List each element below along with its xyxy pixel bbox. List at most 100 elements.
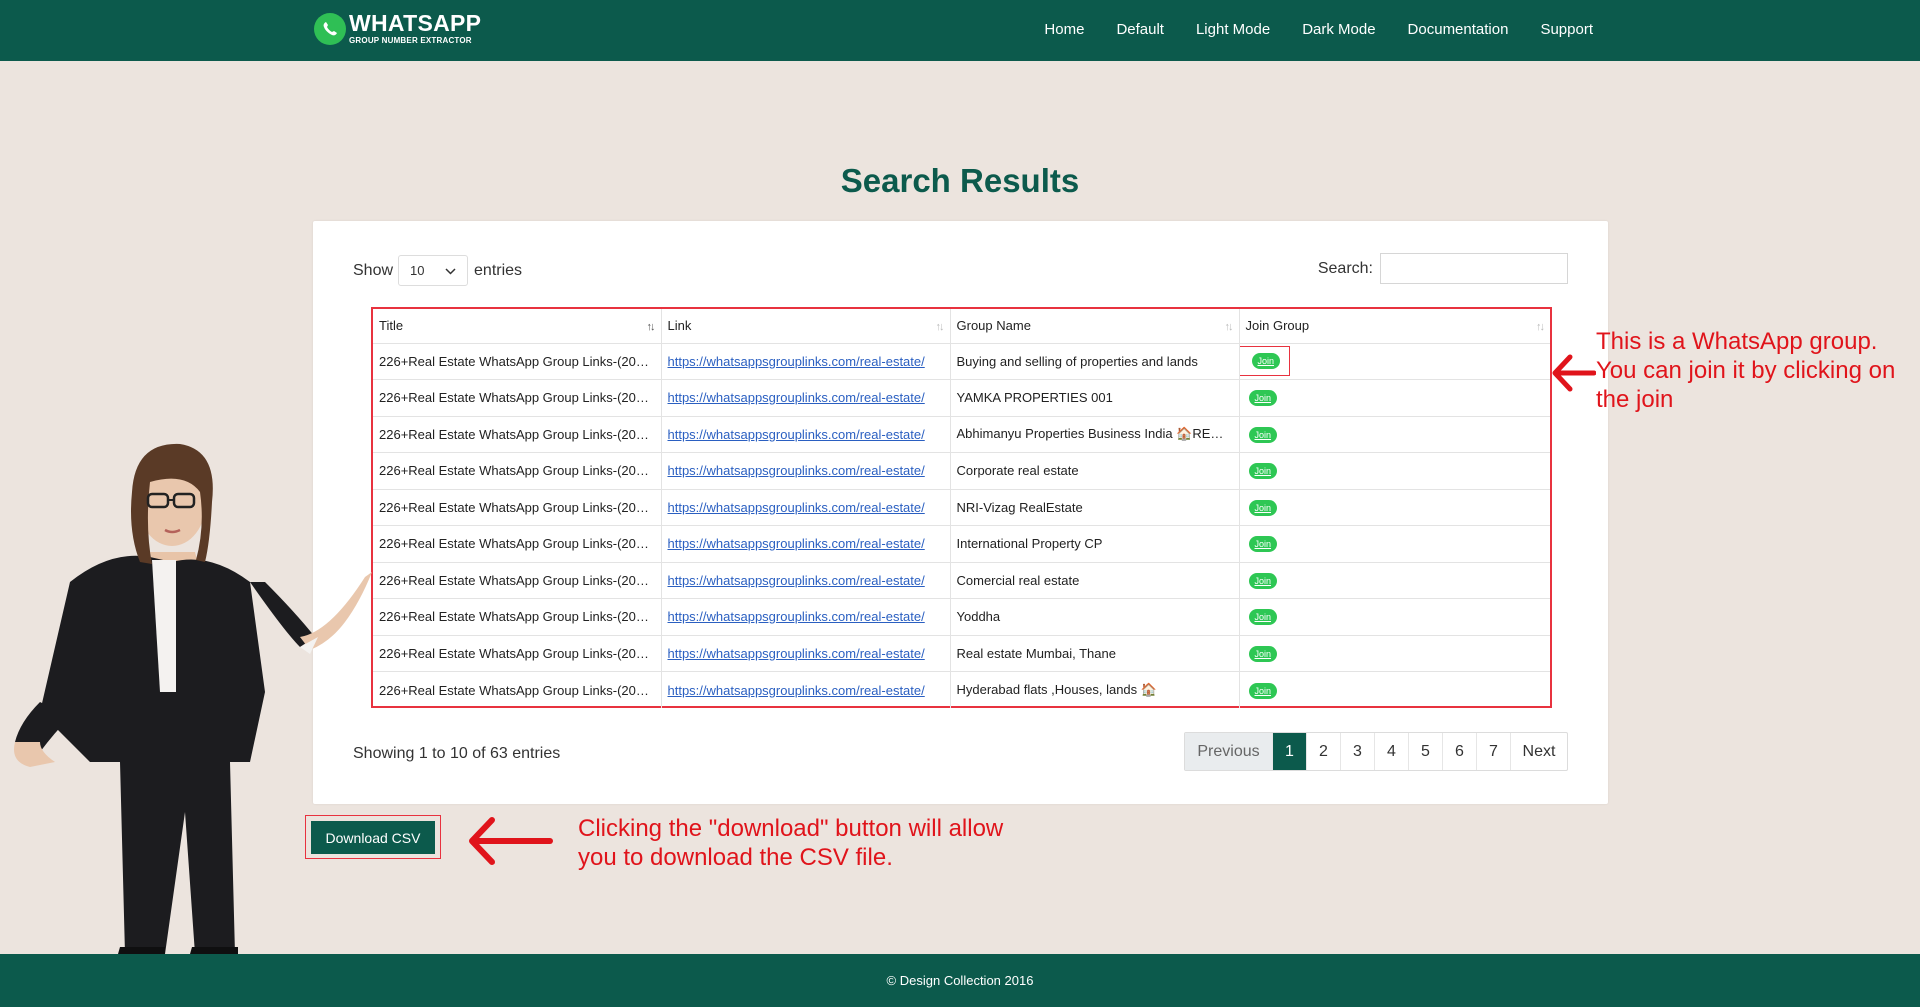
join-button[interactable]: Join: [1248, 682, 1278, 699]
row-title: 226+Real Estate WhatsApp Group Links-(20…: [373, 525, 662, 563]
search-label: Search:: [1317, 259, 1373, 277]
column-header-join-group[interactable]: Join Group ↑↓: [1239, 309, 1550, 344]
table-row: 226+Real Estate WhatsApp Group Links-(20…: [373, 343, 1550, 380]
chevron-down-icon: [445, 263, 456, 278]
row-group-name: Yoddha: [950, 598, 1240, 636]
entries-label: entries: [474, 261, 523, 279]
pagination-page-4[interactable]: 4: [1375, 733, 1409, 770]
row-group-name: YAMKA PROPERTIES 001: [950, 379, 1240, 417]
nav-light-mode[interactable]: Light Mode: [1196, 21, 1270, 38]
nav-support[interactable]: Support: [1540, 21, 1593, 38]
row-link[interactable]: https://whatsappsgrouplinks.com/real-est…: [668, 500, 925, 515]
entries-select[interactable]: 10: [398, 255, 469, 286]
column-header-link[interactable]: Link ↑↓: [661, 309, 951, 344]
pagination-page-2[interactable]: 2: [1307, 733, 1341, 770]
table-row: 226+Real Estate WhatsApp Group Links-(20…: [373, 525, 1550, 563]
pagination-previous[interactable]: Previous: [1185, 733, 1273, 770]
page-title: Search Results: [840, 162, 1080, 199]
join-button[interactable]: Join: [1248, 463, 1278, 480]
row-title: 226+Real Estate WhatsApp Group Links-(20…: [373, 343, 662, 380]
pagination-next[interactable]: Next: [1511, 733, 1567, 770]
row-title: 226+Real Estate WhatsApp Group Links-(20…: [373, 452, 662, 490]
table-row: 226+Real Estate WhatsApp Group Links-(20…: [373, 416, 1550, 453]
row-link[interactable]: https://whatsappsgrouplinks.com/real-est…: [668, 683, 925, 698]
sort-icon: ↑↓: [1536, 321, 1545, 333]
nav-home[interactable]: Home: [1044, 21, 1084, 38]
row-title: 226+Real Estate WhatsApp Group Links-(20…: [373, 635, 662, 672]
entries-length-control: Show 10 entries: [353, 255, 522, 286]
table-row: 226+Real Estate WhatsApp Group Links-(20…: [373, 671, 1550, 708]
logo-title: WHATSAPP: [349, 10, 482, 36]
table-row: 226+Real Estate WhatsApp Group Links-(20…: [373, 379, 1550, 417]
row-link[interactable]: https://whatsappsgrouplinks.com/real-est…: [668, 609, 925, 624]
table-header-row: Title ↑↓ Link ↑↓ Group Name ↑↓ Join Group ↑↓: [373, 309, 1550, 344]
sort-icon: ↑↓: [935, 321, 945, 333]
sort-icon: ↑↓: [1224, 321, 1234, 333]
row-group-name: Hyderabad flats ,Houses, lands 🏠: [950, 671, 1240, 708]
pagination-page-7[interactable]: 7: [1477, 733, 1511, 770]
nav-default[interactable]: Default: [1116, 21, 1164, 38]
results-table-highlight: Title ↑↓ Link ↑↓ Group Name ↑↓ Join Group ↑↓…: [371, 307, 1552, 708]
join-button[interactable]: Join: [1248, 536, 1278, 553]
search-input[interactable]: [1380, 253, 1568, 284]
table-row: 226+Real Estate WhatsApp Group Links-(20…: [373, 635, 1550, 672]
table-row: 226+Real Estate WhatsApp Group Links-(20…: [373, 452, 1550, 490]
join-button[interactable]: Join: [1248, 499, 1278, 516]
row-group-name: Real estate Mumbai, Thane: [950, 635, 1240, 672]
row-group-name: Buying and selling of properties and lan…: [950, 343, 1240, 380]
row-title: 226+Real Estate WhatsApp Group Links-(20…: [373, 379, 662, 417]
join-button[interactable]: Join: [1248, 572, 1278, 589]
nav-dark-mode[interactable]: Dark Mode: [1302, 21, 1375, 38]
table-row: 226+Real Estate WhatsApp Group Links-(20…: [373, 562, 1550, 599]
site-footer: © Design Collection 2016: [0, 954, 1920, 1007]
join-button[interactable]: Join: [1248, 390, 1278, 407]
row-title: 226+Real Estate WhatsApp Group Links-(20…: [373, 671, 662, 708]
row-link[interactable]: https://whatsappsgrouplinks.com/real-est…: [668, 536, 925, 551]
row-link[interactable]: https://whatsappsgrouplinks.com/real-est…: [668, 354, 925, 369]
arrow-left-icon: [469, 817, 553, 865]
whatsapp-icon: [314, 12, 346, 45]
row-title: 226+Real Estate WhatsApp Group Links-(20…: [373, 598, 662, 636]
row-title: 226+Real Estate WhatsApp Group Links-(20…: [373, 416, 662, 453]
join-annotation: This is a WhatsApp group. You can join i…: [1596, 328, 1896, 413]
entries-select-value: 10: [410, 263, 425, 278]
join-button[interactable]: Join: [1251, 353, 1281, 370]
join-button[interactable]: Join: [1248, 426, 1278, 443]
table-info: Showing 1 to 10 of 63 entries: [353, 745, 561, 762]
join-button[interactable]: Join: [1248, 645, 1278, 662]
pagination-page-5[interactable]: 5: [1409, 733, 1443, 770]
row-group-name: Corporate real estate: [950, 452, 1240, 490]
businesswoman-illustration: [14, 443, 372, 954]
row-link[interactable]: https://whatsappsgrouplinks.com/real-est…: [668, 646, 925, 661]
results-table: Title ↑↓ Link ↑↓ Group Name ↑↓ Join Group ↑↓…: [373, 309, 1550, 708]
pagination-page-3[interactable]: 3: [1341, 733, 1375, 770]
row-link[interactable]: https://whatsappsgrouplinks.com/real-est…: [668, 573, 925, 588]
column-header-title[interactable]: Title ↑↓: [373, 309, 662, 344]
show-label: Show: [353, 261, 394, 279]
join-highlight-box: Join: [1239, 346, 1291, 377]
results-panel: Show 10 entries Search: Title ↑↓ Link ↑↓ G…: [313, 221, 1608, 804]
top-navbar: WHATSAPP GROUP NUMBER EXTRACTOR Home Def…: [0, 0, 1920, 61]
sort-icon: ↑↓: [646, 321, 656, 333]
row-group-name: Comercial real estate: [950, 562, 1240, 599]
row-group-name: Abhimanyu Properties Business India 🏠REN…: [950, 416, 1240, 453]
table-row: 226+Real Estate WhatsApp Group Links-(20…: [373, 489, 1550, 526]
nav-documentation[interactable]: Documentation: [1408, 21, 1509, 38]
row-title: 226+Real Estate WhatsApp Group Links-(20…: [373, 489, 662, 526]
pagination-page-6[interactable]: 6: [1443, 733, 1477, 770]
logo-subtitle: GROUP NUMBER EXTRACTOR: [349, 36, 472, 45]
row-group-name: NRI-Vizag RealEstate: [950, 489, 1240, 526]
site-logo[interactable]: WHATSAPP GROUP NUMBER EXTRACTOR: [314, 12, 481, 45]
row-link[interactable]: https://whatsappsgrouplinks.com/real-est…: [668, 427, 925, 442]
main-nav: Home Default Light Mode Dark Mode Docume…: [1012, 21, 1593, 38]
row-link[interactable]: https://whatsappsgrouplinks.com/real-est…: [668, 463, 925, 478]
join-button[interactable]: Join: [1248, 609, 1278, 626]
footer-copyright: © Design Collection 2016: [886, 973, 1034, 988]
column-header-group-name[interactable]: Group Name ↑↓: [950, 309, 1240, 344]
row-title: 226+Real Estate WhatsApp Group Links-(20…: [373, 562, 662, 599]
table-search: Search:: [1318, 253, 1568, 284]
row-group-name: International Property CP: [950, 525, 1240, 563]
pagination-page-1[interactable]: 1: [1273, 733, 1307, 770]
row-link[interactable]: https://whatsappsgrouplinks.com/real-est…: [668, 390, 925, 405]
csv-annotation: Clicking the "download" button will allo…: [578, 815, 1004, 871]
